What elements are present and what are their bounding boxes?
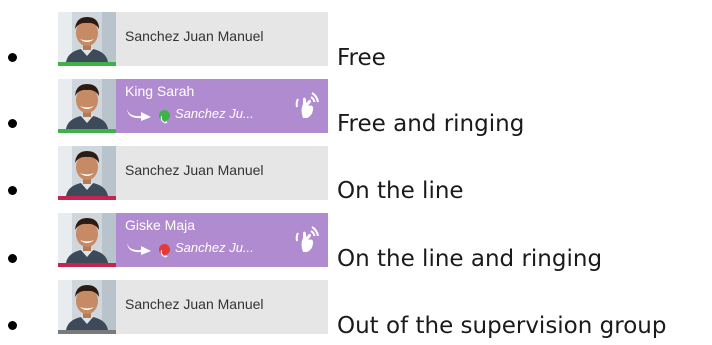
- bullet: [8, 186, 17, 195]
- ringing-hand-icon: [295, 92, 319, 118]
- incoming-call-info: Sanchez Ju...: [125, 105, 285, 125]
- bullet: [8, 321, 17, 330]
- status-strip-free: [58, 129, 116, 133]
- contact-name: Giske Maja: [125, 217, 196, 233]
- contact-name: Sanchez Juan Manuel: [125, 162, 264, 178]
- legend-row-on-line-ringing: Giske Maja Sanchez Ju... On the line and…: [0, 203, 712, 272]
- contact-card[interactable]: Sanchez Juan Manuel: [58, 146, 328, 200]
- status-strip-free: [58, 62, 116, 66]
- status-strip-on-line: [58, 263, 116, 267]
- contact-card[interactable]: Sanchez Juan Manuel: [58, 12, 328, 66]
- bullet: [8, 254, 17, 263]
- incoming-call-info: Sanchez Ju...: [125, 239, 285, 259]
- status-strip-on-line: [58, 196, 116, 200]
- state-label: On the line: [337, 178, 464, 204]
- state-label: Free: [337, 45, 386, 71]
- caller-name: Sanchez Ju...: [175, 240, 254, 255]
- contact-card-ringing[interactable]: Giske Maja Sanchez Ju...: [58, 213, 328, 267]
- legend-row-free: Sanchez Juan Manuel Free: [0, 2, 712, 71]
- avatar: [58, 79, 116, 129]
- bullet: [8, 53, 17, 62]
- avatar: [58, 213, 116, 263]
- avatar: [58, 146, 116, 196]
- legend-row-free-ringing: King Sarah Sanchez Ju... Free and ringin…: [0, 69, 712, 137]
- legend-row-on-line: Sanchez Juan Manuel On the line: [0, 136, 712, 204]
- status-strip-out-of-group: [58, 330, 116, 334]
- caller-name: Sanchez Ju...: [175, 106, 254, 121]
- avatar: [58, 12, 116, 62]
- contact-name: King Sarah: [125, 83, 195, 99]
- contact-card-ringing[interactable]: King Sarah Sanchez Ju...: [58, 79, 328, 133]
- phone-icon: [159, 110, 170, 124]
- ringing-hand-icon: [295, 226, 319, 252]
- legend-row-out-of-group: Sanchez Juan Manuel Out of the supervisi…: [0, 270, 712, 339]
- call-transfer-arrow-icon: [127, 243, 151, 255]
- state-label: Out of the supervision group: [337, 313, 667, 339]
- avatar: [58, 280, 116, 330]
- state-label: On the line and ringing: [337, 246, 603, 272]
- bullet: [8, 119, 17, 128]
- contact-card[interactable]: Sanchez Juan Manuel: [58, 280, 328, 334]
- contact-name: Sanchez Juan Manuel: [125, 28, 264, 44]
- state-label: Free and ringing: [337, 111, 525, 137]
- call-transfer-arrow-icon: [127, 109, 151, 121]
- phone-icon: [159, 244, 170, 258]
- contact-name: Sanchez Juan Manuel: [125, 296, 264, 312]
